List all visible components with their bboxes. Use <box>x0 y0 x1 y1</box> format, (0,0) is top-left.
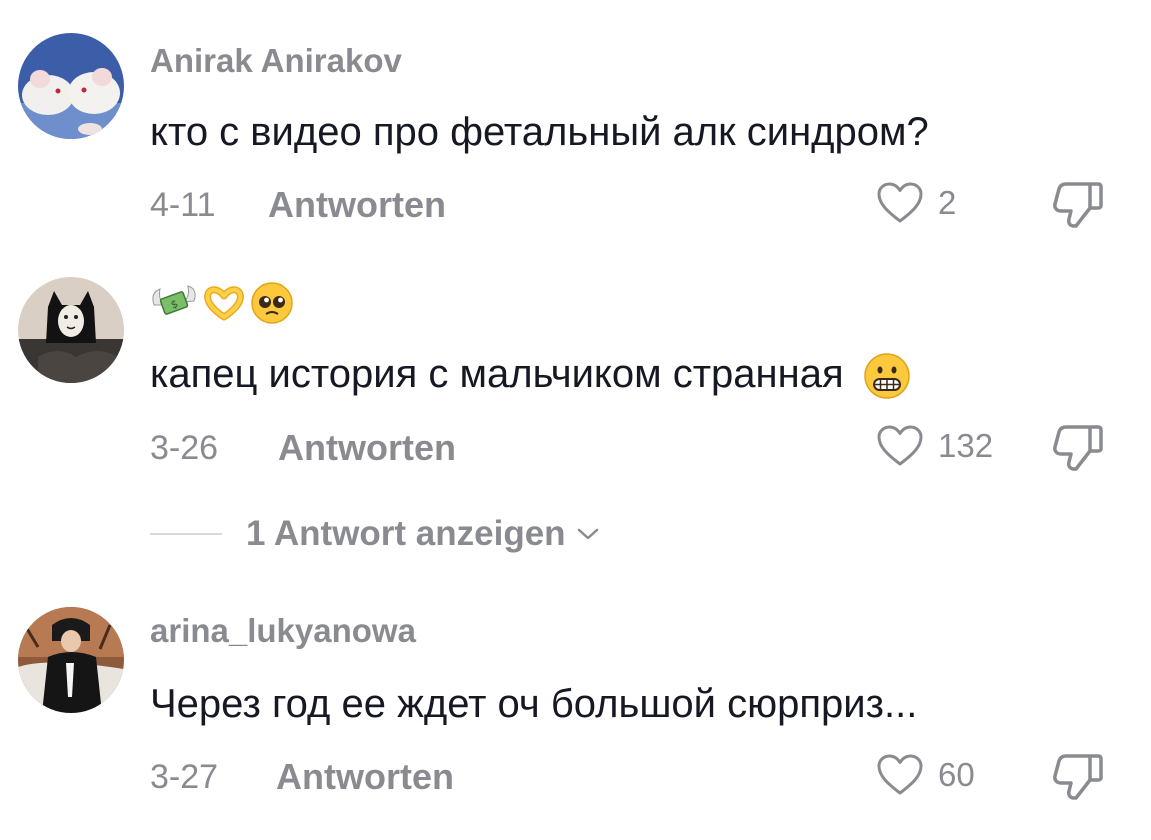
heart-icon <box>877 754 923 795</box>
username-emoji-row[interactable]: $ <box>150 280 294 326</box>
comment-username[interactable]: Anirak Anirakov <box>150 42 402 80</box>
thumbs-down-icon <box>1053 754 1103 800</box>
like-button[interactable]: 2 <box>876 181 956 225</box>
reply-button[interactable]: Antworten <box>278 427 456 469</box>
heart-icon <box>877 425 923 466</box>
chevron-down-icon <box>577 528 598 540</box>
winter-person-avatar-icon <box>18 607 124 713</box>
comment-text: капец история с мальчиком странная <box>150 352 911 400</box>
dislike-button[interactable] <box>1052 423 1104 473</box>
comment-username[interactable]: arina_lukyanowa <box>150 612 416 650</box>
grimacing-face-emoji <box>864 353 910 400</box>
user-avatar[interactable] <box>18 607 124 713</box>
like-count: 2 <box>938 184 957 221</box>
comment-text-content: капец история с мальчиком странная <box>150 352 844 396</box>
comment-date: 4-11 <box>150 186 216 224</box>
reply-button[interactable]: Antworten <box>268 184 446 226</box>
comment-date: 3-26 <box>150 429 219 467</box>
cat-avatar-icon <box>18 277 124 383</box>
view-replies-label: 1 Antwort anzeigen <box>246 514 566 553</box>
replies-divider-line <box>150 533 222 535</box>
user-avatar[interactable] <box>18 33 124 139</box>
user-avatar[interactable] <box>18 277 124 383</box>
dislike-button[interactable] <box>1052 752 1104 802</box>
comment-text: Через год ее ждет оч большой сюрприз... <box>150 682 918 726</box>
view-replies-button[interactable]: 1 Antwort anzeigen <box>150 512 602 556</box>
dislike-button[interactable] <box>1052 180 1104 230</box>
comment-text: кто с видео про фетальный алк синдром? <box>150 110 929 154</box>
reply-button[interactable]: Antworten <box>276 756 454 798</box>
like-count: 132 <box>938 427 994 464</box>
comment-date: 3-27 <box>150 758 219 796</box>
thumbs-down-icon <box>1053 425 1103 471</box>
heart-hands-emoji <box>204 286 244 321</box>
heart-icon <box>877 182 923 223</box>
like-count: 60 <box>938 756 975 793</box>
like-button[interactable]: 60 <box>876 753 975 797</box>
thumbs-down-icon <box>1053 182 1103 228</box>
rats-avatar-icon <box>18 33 124 139</box>
money-with-wings-emoji: $ <box>152 285 196 315</box>
like-button[interactable]: 132 <box>876 424 993 468</box>
pleading-face-emoji <box>251 282 293 324</box>
